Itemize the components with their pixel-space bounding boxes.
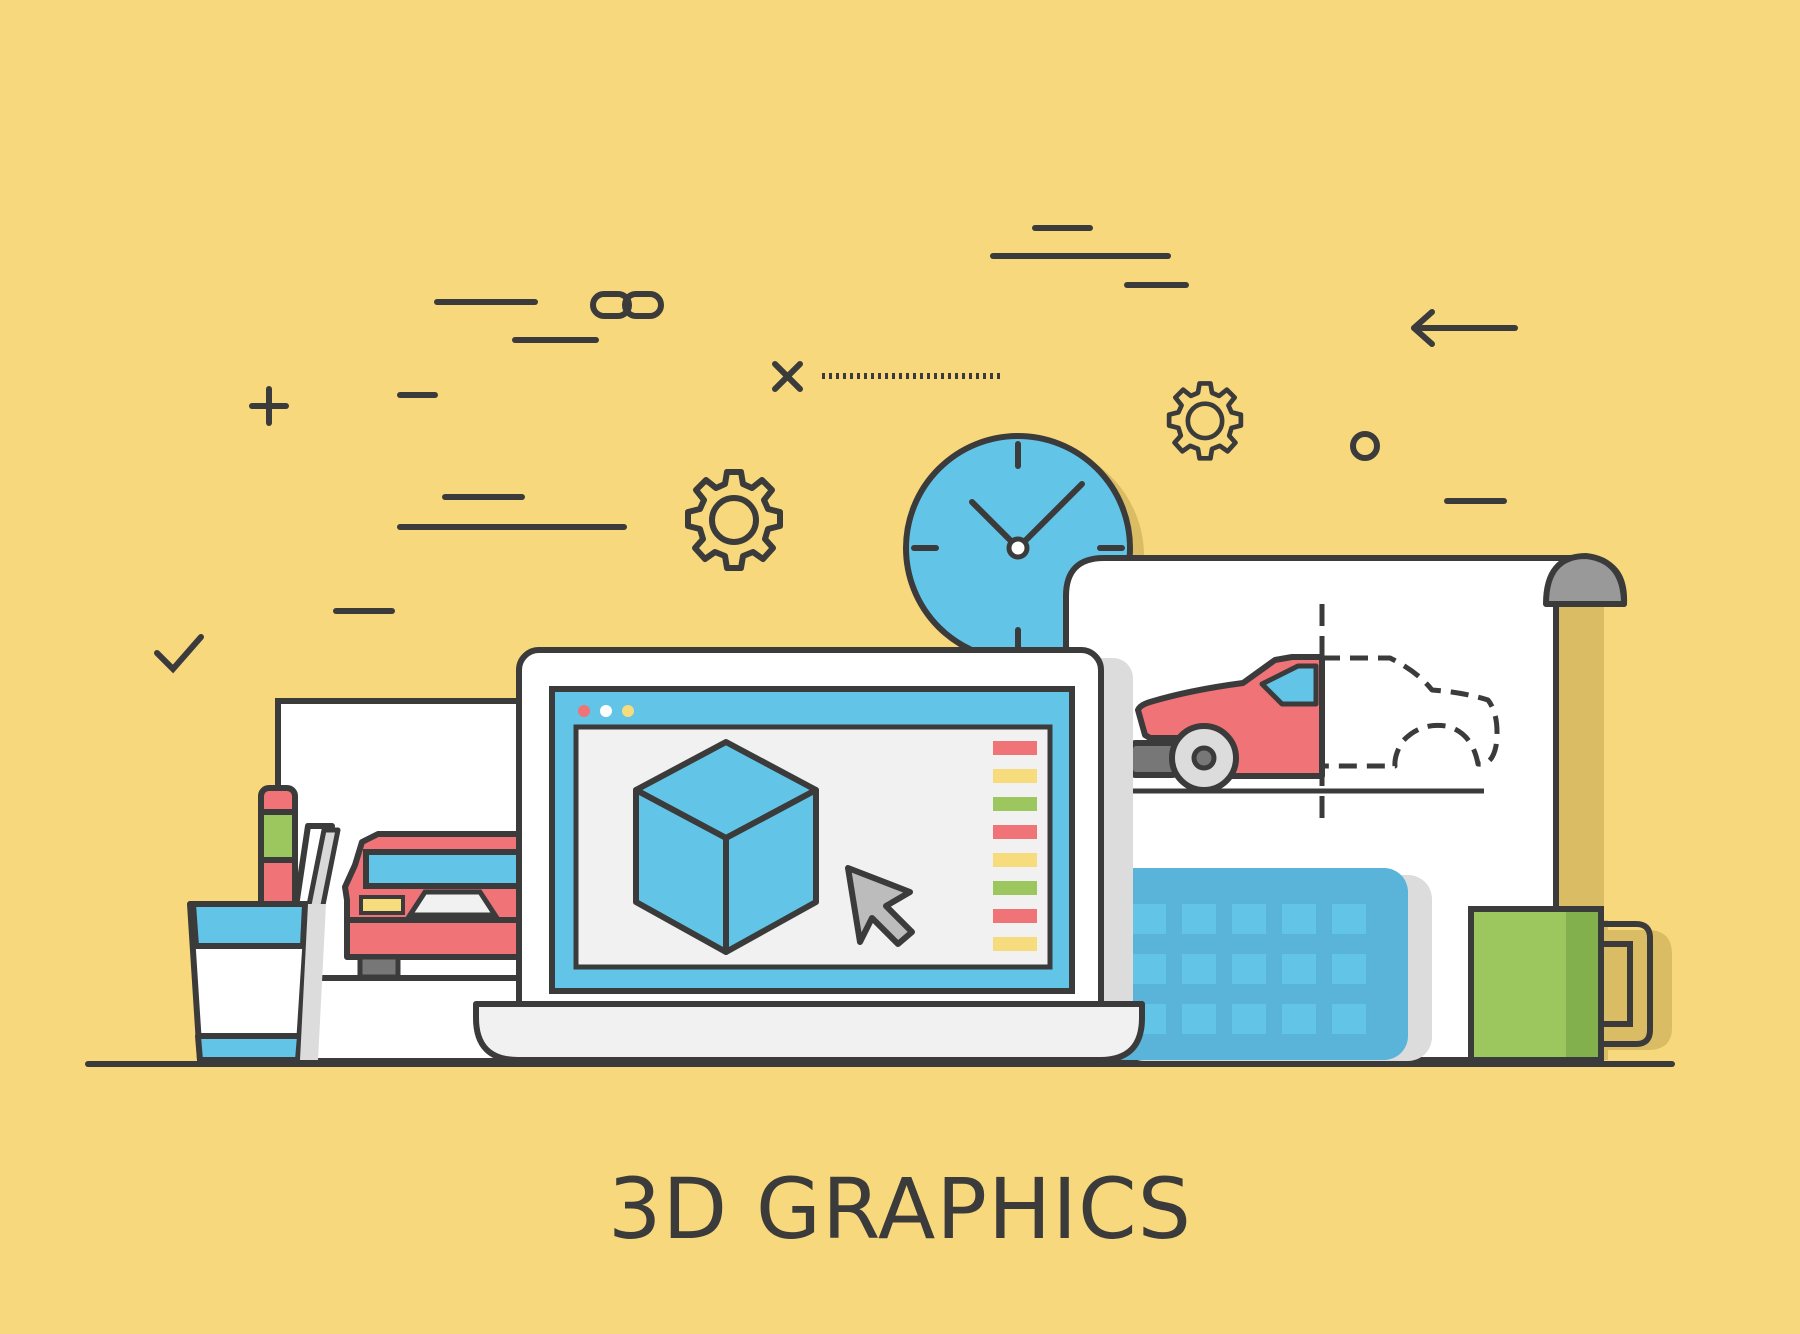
check-icon (154, 634, 204, 674)
mug-icon (1468, 906, 1672, 1063)
illustration-scene (85, 225, 1675, 1067)
arrow-left-icon (1411, 309, 1518, 347)
keyboard-icon (1100, 868, 1432, 1061)
close-icon (772, 361, 803, 392)
circle-icon (1350, 431, 1380, 461)
pencil-cup-icon (187, 785, 341, 1063)
gear-icon (688, 472, 780, 568)
plus-icon (249, 386, 289, 426)
gear-icon (1169, 383, 1241, 458)
page-title: 3D GRAPHICS (608, 1160, 1192, 1258)
laptop-icon (473, 647, 1145, 1063)
chain-link-icon (590, 291, 664, 319)
car-icon (342, 831, 529, 980)
illustration-stage: 3D GRAPHICS (0, 0, 1800, 1334)
